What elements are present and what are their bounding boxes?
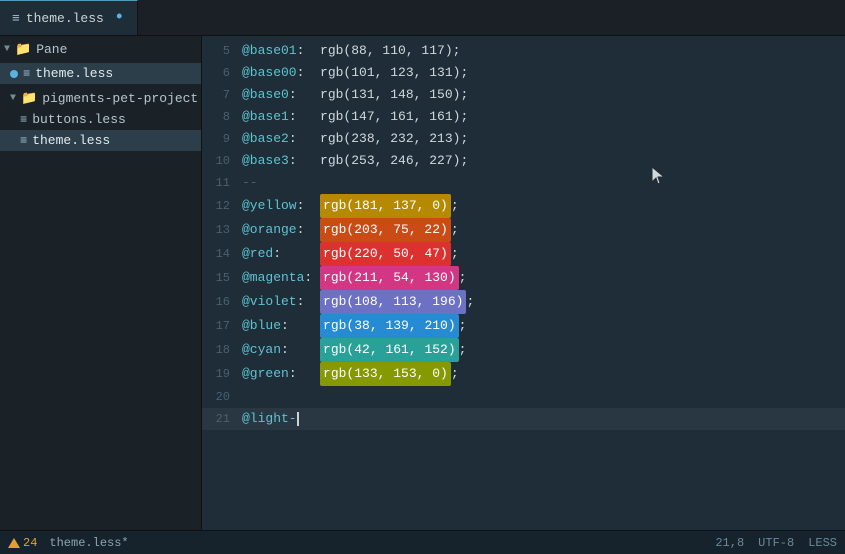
line-num-20: 20 [202, 386, 242, 408]
line-content-7: @base0: rgb(131, 148, 150); [242, 84, 845, 106]
editor-area[interactable]: 5 @base01: rgb(88, 110, 117); 6 @base00:… [202, 36, 845, 530]
text-cursor [297, 412, 299, 426]
line-num-13: 13 [202, 219, 242, 241]
line-content-6: @base00: rgb(101, 123, 131); [242, 62, 845, 84]
pane-folder-icon: 📁 [15, 42, 31, 57]
line-num-17: 17 [202, 315, 242, 337]
line-15: 15 @magenta: rgb(211, 54, 130); [202, 266, 845, 290]
status-filename: theme.less* [49, 536, 128, 550]
line-num-21: 21 [202, 408, 242, 430]
line-5: 5 @base01: rgb(88, 110, 117); [202, 40, 845, 62]
tab-theme-less[interactable]: ≡ theme.less • [0, 0, 138, 35]
active-dot-icon [10, 70, 18, 78]
status-language: LESS [808, 536, 837, 550]
theme-less-file-icon-bottom: ≡ [20, 134, 27, 148]
status-right-area: 21,8 UTF-8 LESS [715, 536, 837, 550]
tab-label: theme.less [26, 11, 104, 26]
pane-arrow-icon: ▼ [4, 44, 10, 55]
sidebar-pane-header[interactable]: ▼ 📁 Pane [0, 36, 201, 63]
line-num-19: 19 [202, 363, 242, 385]
warning-count: 24 [23, 536, 37, 550]
line-num-11: 11 [202, 172, 242, 194]
line-content-9: @base2: rgb(238, 232, 213); [242, 128, 845, 150]
sidebar-folder-pigments[interactable]: ▼ 📁 pigments-pet-project [0, 88, 201, 109]
line-num-5: 5 [202, 40, 242, 62]
line-9: 9 @base2: rgb(238, 232, 213); [202, 128, 845, 150]
sidebar-theme-less-bottom-label: theme.less [32, 133, 110, 148]
sidebar: ▼ 📁 Pane ≡ theme.less ▼ 📁 pigments-pet-p… [0, 36, 202, 530]
line-16: 16 @violet: rgb(108, 113, 196); [202, 290, 845, 314]
line-content-12: @yellow: rgb(181, 137, 0); [242, 194, 845, 218]
line-19: 19 @green: rgb(133, 153, 0); [202, 362, 845, 386]
line-content-16: @violet: rgb(108, 113, 196); [242, 290, 845, 314]
line-content-10: @base3: rgb(253, 246, 227); [242, 150, 845, 172]
line-7: 7 @base0: rgb(131, 148, 150); [202, 84, 845, 106]
line-content-21: @light- [242, 408, 845, 430]
folder-icon: 📁 [21, 91, 37, 106]
line-num-15: 15 [202, 267, 242, 289]
status-bar: 24 theme.less* 21,8 UTF-8 LESS [0, 530, 845, 554]
editor-lines: 5 @base01: rgb(88, 110, 117); 6 @base00:… [202, 36, 845, 434]
sidebar-folder-label: pigments-pet-project [42, 91, 198, 106]
tab-bar: ≡ theme.less • [0, 0, 845, 36]
buttons-less-icon: ≡ [20, 113, 27, 127]
sidebar-pane-label: Pane [36, 42, 67, 57]
line-content-18: @cyan: rgb(42, 161, 152); [242, 338, 845, 362]
tab-modified-dot: • [114, 8, 125, 28]
line-17: 17 @blue: rgb(38, 139, 210); [202, 314, 845, 338]
line-14: 14 @red: rgb(220, 50, 47); [202, 242, 845, 266]
line-11: 11 -- [202, 172, 845, 194]
warning-triangle-icon [8, 538, 20, 548]
line-18: 18 @cyan: rgb(42, 161, 152); [202, 338, 845, 362]
line-20: 20 [202, 386, 845, 408]
status-warning-area[interactable]: 24 [8, 536, 37, 550]
line-content-11: -- [242, 172, 845, 194]
line-content-17: @blue: rgb(38, 139, 210); [242, 314, 845, 338]
line-num-6: 6 [202, 62, 242, 84]
line-num-8: 8 [202, 106, 242, 128]
line-content-15: @magenta: rgb(211, 54, 130); [242, 266, 845, 290]
line-13: 13 @orange: rgb(203, 75, 22); [202, 218, 845, 242]
line-num-12: 12 [202, 195, 242, 217]
status-cursor-pos: 21,8 [715, 536, 744, 550]
sidebar-item-theme-less-active[interactable]: ≡ theme.less [0, 63, 201, 84]
line-21: 21 @light- [202, 408, 845, 430]
folder-arrow-icon: ▼ [10, 93, 16, 104]
line-num-7: 7 [202, 84, 242, 106]
main-area: ▼ 📁 Pane ≡ theme.less ▼ 📁 pigments-pet-p… [0, 36, 845, 530]
sidebar-item-theme-less-bottom[interactable]: ≡ theme.less [0, 130, 201, 151]
line-6: 6 @base00: rgb(101, 123, 131); [202, 62, 845, 84]
line-num-18: 18 [202, 339, 242, 361]
line-12: 12 @yellow: rgb(181, 137, 0); [202, 194, 845, 218]
file-icon: ≡ [12, 11, 20, 26]
sidebar-buttons-less-label: buttons.less [32, 112, 126, 127]
line-8: 8 @base1: rgb(147, 161, 161); [202, 106, 845, 128]
sidebar-item-buttons-less[interactable]: ≡ buttons.less [0, 109, 201, 130]
line-content-5: @base01: rgb(88, 110, 117); [242, 40, 845, 62]
line-content-19: @green: rgb(133, 153, 0); [242, 362, 845, 386]
sidebar-theme-less-top-label: theme.less [35, 66, 113, 81]
line-content-13: @orange: rgb(203, 75, 22); [242, 218, 845, 242]
theme-less-file-icon-top: ≡ [23, 67, 30, 81]
line-num-10: 10 [202, 150, 242, 172]
line-content-8: @base1: rgb(147, 161, 161); [242, 106, 845, 128]
status-encoding: UTF-8 [758, 536, 794, 550]
line-num-14: 14 [202, 243, 242, 265]
line-num-9: 9 [202, 128, 242, 150]
line-content-14: @red: rgb(220, 50, 47); [242, 242, 845, 266]
line-10: 10 @base3: rgb(253, 246, 227); [202, 150, 845, 172]
line-num-16: 16 [202, 291, 242, 313]
